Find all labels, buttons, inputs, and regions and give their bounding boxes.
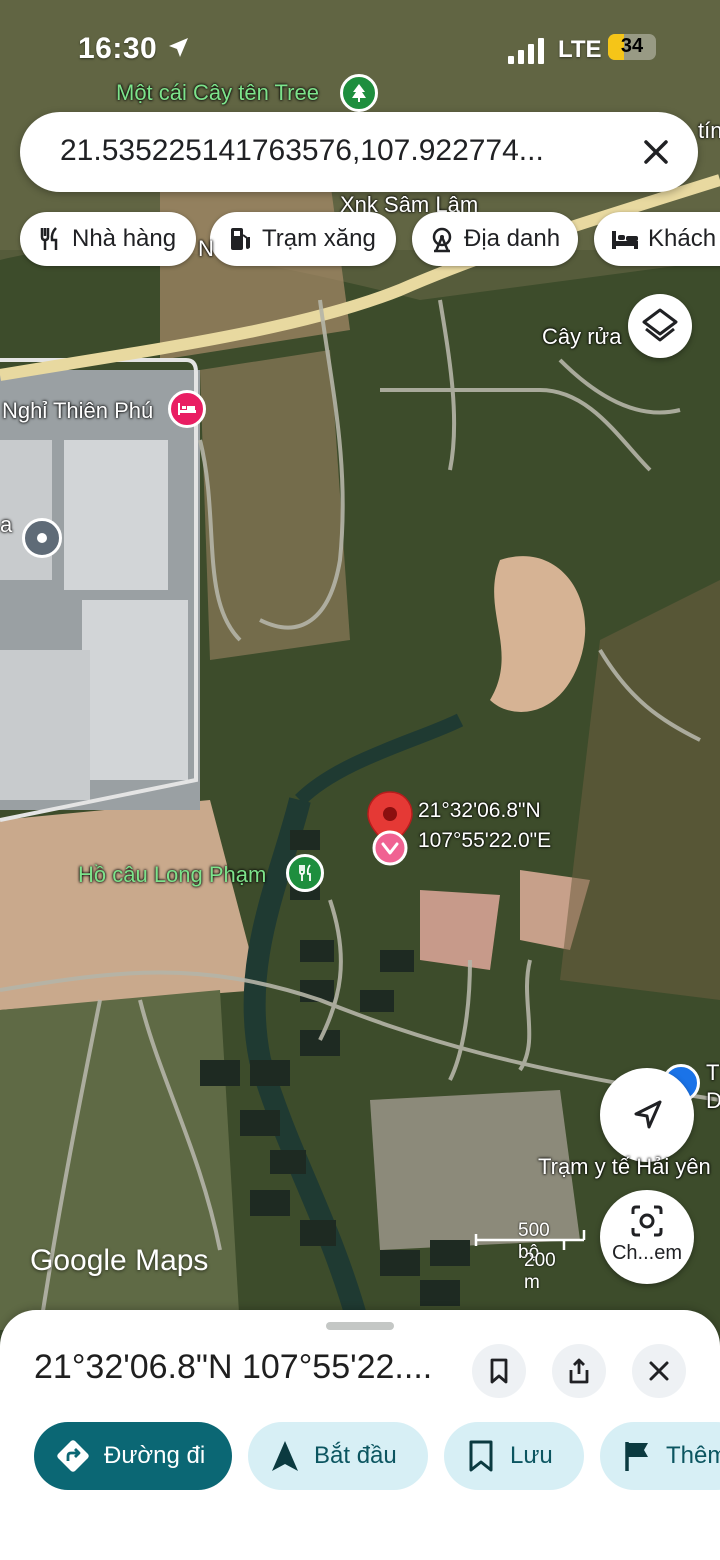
navigation-arrow-icon <box>634 1100 662 1129</box>
my-location-button[interactable] <box>600 1068 694 1162</box>
save-label: Lưu <box>510 1442 553 1469</box>
map-label-tram-y-te[interactable]: Trạm y tế Hải yên <box>538 1154 711 1180</box>
fork-knife-icon <box>40 227 58 250</box>
share-icon <box>569 1358 589 1384</box>
search-bar[interactable]: 21.535225141763576,107.922774... <box>20 112 698 192</box>
drag-handle[interactable] <box>326 1322 394 1330</box>
scale-metric: 200 m <box>524 1250 556 1293</box>
tree-poi-icon[interactable] <box>340 74 378 112</box>
place-poi-icon[interactable] <box>22 518 62 558</box>
chip-label: Khách <box>648 225 717 252</box>
chip-label: Nhà hàng <box>72 225 177 252</box>
chip-restaurants[interactable]: Nhà hàng <box>20 212 196 266</box>
search-query[interactable]: 21.535225141763576,107.922774... <box>60 134 544 168</box>
bed-icon <box>612 231 638 249</box>
map-label-edge-t: T <box>706 1060 720 1085</box>
ferris-wheel-icon <box>432 227 452 253</box>
status-time: 16:30 <box>78 32 158 65</box>
clear-search-icon[interactable] <box>634 130 678 174</box>
bottom-sheet[interactable]: 21°32'06.8"N 107°55'22.... Đường đi Bắt … <box>0 1310 720 1560</box>
recreation-poi-icon[interactable] <box>286 854 324 892</box>
directions-icon <box>57 1440 89 1472</box>
close-button[interactable] <box>632 1344 686 1398</box>
dropped-pin-icon[interactable] <box>366 790 414 866</box>
directions-label: Đường đi <box>104 1442 206 1469</box>
layers-icon <box>642 308 678 342</box>
pin-coordinates-label: 21°32'06.8"N 107°55'22.0"E <box>418 796 551 856</box>
navigation-arrow-icon <box>272 1441 298 1471</box>
category-chips: Nhà hàng Trạm xăng Địa danh Khách <box>20 212 720 268</box>
more-button[interactable]: Thêm <box>600 1422 720 1490</box>
satellite-map[interactable]: 16:30 LTE 34 21.535225141763576,107.9227… <box>0 0 720 1330</box>
map-label-edge-a: a <box>0 512 13 537</box>
camera-lens-icon <box>631 1205 663 1237</box>
flag-icon <box>625 1442 648 1471</box>
map-label-edge-tin: tín <box>698 118 720 143</box>
more-label: Thêm <box>666 1442 720 1469</box>
chip-label: Trạm xăng <box>262 225 376 252</box>
map-label-edge-n: N <box>198 236 214 261</box>
map-label-nghi[interactable]: Nghỉ Thiên Phú <box>2 398 153 424</box>
network-type: LTE <box>558 36 602 63</box>
status-bar: 16:30 LTE 34 <box>0 30 720 70</box>
lens-button[interactable]: Ch...em <box>600 1190 694 1284</box>
place-title: 21°32'06.8"N 107°55'22.... <box>34 1348 433 1386</box>
map-label-edge-d: D <box>706 1088 720 1113</box>
pin-latitude: 21°32'06.8"N <box>418 799 541 822</box>
map-label-ho-cau[interactable]: Hồ câu Long Phạm <box>78 862 266 888</box>
save-action-button[interactable]: Lưu <box>444 1422 584 1490</box>
google-maps-logo: Google Maps <box>30 1244 209 1277</box>
bookmark-outline-icon <box>490 1358 508 1384</box>
close-icon <box>649 1361 669 1381</box>
battery-indicator: 34 <box>608 34 656 60</box>
save-button[interactable] <box>472 1344 526 1398</box>
directions-button[interactable]: Đường đi <box>34 1422 232 1490</box>
action-buttons: Đường đi Bắt đầu Lưu Thêm <box>0 1422 720 1492</box>
chip-label: Địa danh <box>464 225 561 252</box>
signal-bars-icon <box>508 38 544 64</box>
bookmark-icon <box>469 1440 493 1472</box>
start-label: Bắt đầu <box>314 1442 397 1469</box>
start-button[interactable]: Bắt đầu <box>248 1422 428 1490</box>
hotel-poi-icon[interactable] <box>168 390 206 428</box>
location-arrow-icon <box>169 38 188 57</box>
layers-button[interactable] <box>628 294 692 358</box>
map-label-cay-rua[interactable]: Cây rửa <box>542 324 622 350</box>
chip-hotels[interactable]: Khách <box>594 212 720 266</box>
chip-landmarks[interactable]: Địa danh <box>412 212 578 266</box>
gas-pump-icon <box>231 228 250 250</box>
battery-percent: 34 <box>620 35 644 57</box>
pin-longitude: 107°55'22.0"E <box>418 829 552 852</box>
chip-gas-stations[interactable]: Trạm xăng <box>210 212 396 266</box>
map-label-tree[interactable]: Một cái Cây tên Tree <box>116 80 319 106</box>
lens-label: Ch...em <box>611 1242 683 1264</box>
share-button[interactable] <box>552 1344 606 1398</box>
